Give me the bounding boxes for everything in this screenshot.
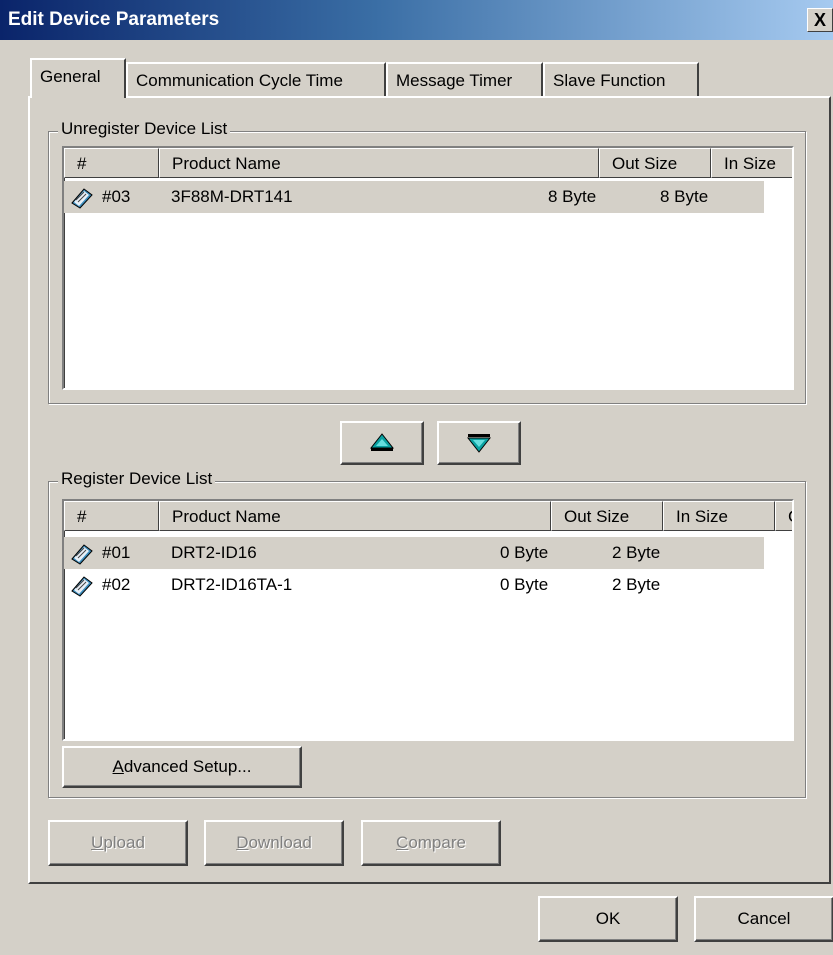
cell-in-size: 2 Byte: [612, 543, 661, 562]
column-header-in-size[interactable]: In Size: [663, 501, 775, 531]
upload-button[interactable]: Upload: [48, 820, 188, 866]
tab-communication-cycle-time[interactable]: Communication Cycle Time: [126, 62, 386, 96]
device-icon: [71, 576, 93, 597]
close-button[interactable]: X: [807, 8, 833, 32]
register-group-label: Register Device List: [58, 469, 216, 489]
ok-button[interactable]: OK: [538, 896, 678, 942]
move-up-button[interactable]: [340, 421, 424, 465]
cell-out-size: 8 Byte: [548, 187, 597, 206]
compare-button[interactable]: Compare: [361, 820, 501, 866]
unregister-device-list[interactable]: # Product Name Out Size In Size #03 3F88…: [62, 146, 794, 390]
download-label: ownload: [248, 833, 312, 852]
column-header-number[interactable]: #: [64, 148, 159, 178]
cell-in-size: 8 Byte: [660, 187, 709, 206]
table-row[interactable]: #02 DRT2-ID16TA-1 0 Byte 2 Byte: [64, 569, 792, 601]
upload-label: pload: [103, 833, 145, 852]
cell-in-size: 2 Byte: [612, 575, 661, 594]
cell-product-name: DRT2-ID16TA-1: [171, 575, 293, 594]
table-row[interactable]: #03 3F88M-DRT141 8 Byte 8 Byte: [64, 181, 792, 213]
column-header-in-size[interactable]: In Size: [711, 148, 792, 178]
compare-mnemonic: C: [396, 833, 409, 852]
cell-out-size: 0 Byte: [500, 575, 549, 594]
title-bar: Edit Device Parameters X: [0, 0, 833, 40]
cell-out-size: 0 Byte: [500, 543, 549, 562]
advanced-setup-button[interactable]: Advanced Setup...: [62, 746, 302, 788]
window-title: Edit Device Parameters: [8, 9, 220, 30]
close-icon: X: [813, 10, 826, 30]
download-mnemonic: D: [236, 833, 249, 852]
tab-message-timer-label: Message Timer: [396, 71, 513, 90]
cell-number: #03: [102, 187, 131, 206]
register-device-list[interactable]: # Product Name Out Size In Size C #01 DR…: [62, 499, 794, 741]
device-icon: [71, 188, 93, 209]
tab-slave-function[interactable]: Slave Function: [543, 62, 699, 96]
move-down-icon: [466, 434, 492, 453]
column-header-out-size[interactable]: Out Size: [599, 148, 711, 178]
column-header-product-name[interactable]: Product Name: [159, 501, 551, 531]
compare-label: ompare: [408, 833, 466, 852]
unregister-group-label: Unregister Device List: [58, 119, 231, 139]
column-header-c[interactable]: C: [775, 501, 792, 531]
unregister-list-header: # Product Name Out Size In Size: [64, 148, 792, 178]
table-row[interactable]: #01 DRT2-ID16 0 Byte 2 Byte: [64, 537, 792, 569]
device-icon: [71, 544, 93, 565]
tab-message-timer[interactable]: Message Timer: [386, 62, 543, 96]
move-down-button[interactable]: [437, 421, 521, 465]
download-button[interactable]: Download: [204, 820, 344, 866]
upload-mnemonic: U: [91, 833, 104, 852]
tab-general[interactable]: General: [30, 58, 126, 98]
register-list-header: # Product Name Out Size In Size C: [64, 501, 792, 531]
column-header-out-size[interactable]: Out Size: [551, 501, 663, 531]
column-header-product-name[interactable]: Product Name: [159, 148, 599, 178]
tab-slave-function-label: Slave Function: [553, 71, 666, 90]
cancel-label: Cancel: [737, 909, 791, 928]
advanced-setup-mnemonic: A: [112, 757, 124, 776]
cell-product-name: DRT2-ID16: [171, 543, 257, 562]
cell-product-name: 3F88M-DRT141: [171, 187, 293, 206]
advanced-setup-label: dvanced Setup...: [123, 757, 252, 776]
ok-label: OK: [595, 909, 621, 928]
column-header-number[interactable]: #: [64, 501, 159, 531]
cell-number: #01: [102, 543, 131, 562]
move-up-icon: [369, 433, 395, 451]
tab-communication-cycle-time-label: Communication Cycle Time: [136, 71, 343, 90]
cancel-button[interactable]: Cancel: [694, 896, 833, 942]
tab-general-label: General: [40, 67, 101, 86]
cell-number: #02: [102, 575, 131, 594]
